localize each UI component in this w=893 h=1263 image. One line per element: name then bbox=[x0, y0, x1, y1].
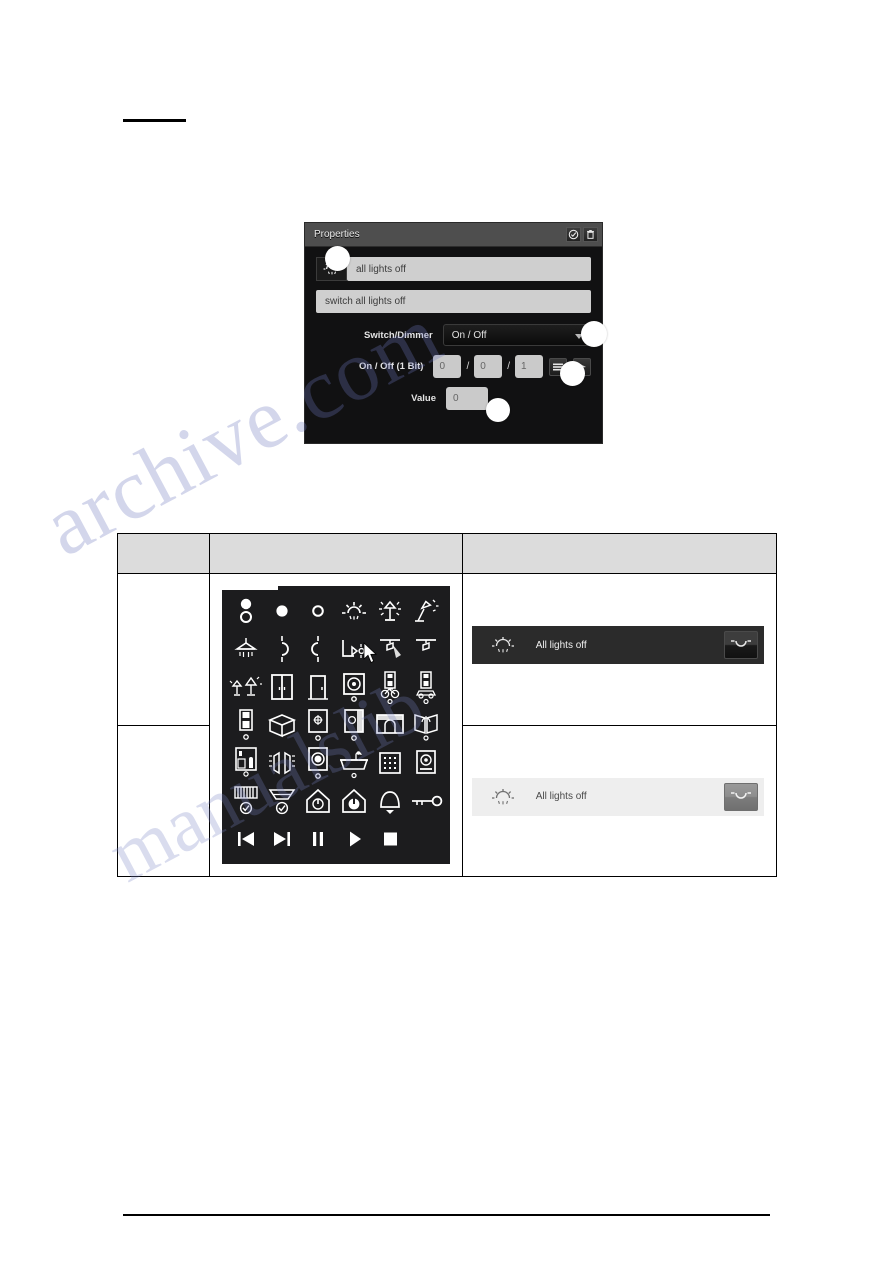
page-title: Properties bbox=[314, 229, 360, 240]
value-label: Value bbox=[411, 393, 436, 404]
address-separator-2: / bbox=[507, 361, 510, 372]
switch-dimmer-label: Switch/Dimmer bbox=[364, 329, 433, 341]
address-separator-1: / bbox=[466, 361, 470, 372]
heading-rule bbox=[123, 119, 186, 122]
icon-pendant-light[interactable] bbox=[228, 632, 264, 666]
table-row: All lights off bbox=[117, 573, 778, 877]
widget-preview-dark[interactable]: All lights off bbox=[471, 626, 764, 664]
value-input[interactable]: 0 bbox=[446, 387, 488, 410]
switch-dimmer-value: On / Off bbox=[451, 329, 487, 341]
icon-circle-outline[interactable] bbox=[300, 594, 336, 628]
icon-battery-charger[interactable] bbox=[228, 708, 264, 742]
icon-radiator[interactable] bbox=[228, 784, 264, 818]
icon-bathtub[interactable] bbox=[336, 746, 372, 780]
widget-preview-light[interactable]: All lights off bbox=[471, 777, 764, 816]
table-cell-label bbox=[117, 573, 210, 726]
icon-media-previous[interactable] bbox=[228, 822, 264, 856]
lamp-icon[interactable] bbox=[723, 782, 758, 811]
confirm-icon[interactable] bbox=[566, 227, 581, 242]
callout-bubble-address bbox=[560, 361, 585, 386]
table-header-cell-2 bbox=[208, 533, 463, 574]
name-row: all lights off bbox=[316, 257, 591, 281]
icon-media-play[interactable] bbox=[336, 822, 372, 856]
footer-rule bbox=[123, 1214, 770, 1216]
icon-desk-lamp[interactable] bbox=[408, 594, 444, 628]
icon-media-pause[interactable] bbox=[300, 822, 336, 856]
icon-wall-light-right[interactable] bbox=[264, 632, 300, 666]
icon-ceiling-light[interactable] bbox=[336, 594, 372, 628]
icon-window-half-blind[interactable] bbox=[336, 708, 372, 742]
callout-bubble-value bbox=[486, 398, 510, 422]
switch-dimmer-row: Switch/Dimmer On / Off bbox=[316, 324, 591, 346]
icon-key[interactable] bbox=[408, 784, 444, 818]
icon-house-power-off[interactable] bbox=[336, 784, 372, 818]
icon-table-lamp[interactable] bbox=[372, 594, 408, 628]
icon-window-blind[interactable] bbox=[300, 708, 336, 742]
name-input[interactable]: all lights off bbox=[347, 257, 591, 281]
table-header-row bbox=[117, 533, 778, 574]
icon-house-power-on[interactable] bbox=[300, 784, 336, 818]
icon-bell[interactable] bbox=[372, 784, 408, 818]
widget-label: All lights off bbox=[535, 639, 587, 651]
address-main[interactable]: 0 bbox=[433, 355, 462, 378]
value-row: Value 0 bbox=[316, 387, 591, 410]
callout-bubble-name bbox=[325, 246, 350, 271]
header-button-group bbox=[566, 227, 598, 242]
table-cell-widget-light: All lights off bbox=[461, 724, 778, 877]
icon-folding-door[interactable] bbox=[264, 708, 300, 742]
table-cell-label-2 bbox=[117, 724, 210, 877]
icon-socket-outlet[interactable] bbox=[336, 670, 372, 704]
icon-media-stop[interactable] bbox=[372, 822, 408, 856]
table-header-cell-3 bbox=[461, 533, 778, 574]
light-off-icon bbox=[480, 787, 526, 807]
icon-ceiling-fan[interactable] bbox=[264, 784, 300, 818]
icon-wall-light-left[interactable] bbox=[300, 632, 336, 666]
icon-bicycle-garage[interactable] bbox=[372, 670, 408, 704]
description-input[interactable]: switch all lights off bbox=[316, 290, 591, 313]
icon-palette[interactable] bbox=[221, 586, 450, 864]
icon-safe-door[interactable] bbox=[408, 746, 444, 780]
icon-book-light[interactable] bbox=[408, 708, 444, 742]
icon-circle-filled[interactable] bbox=[264, 594, 300, 628]
callout-bubble-select bbox=[581, 321, 607, 347]
icon-shutter[interactable] bbox=[264, 746, 300, 780]
icon-kitchen-scene[interactable] bbox=[228, 746, 264, 780]
icon-palette-empty-slot bbox=[408, 822, 444, 856]
content-table: All lights off All lights off bbox=[117, 533, 778, 877]
table-cell-widget-dark: All lights off bbox=[461, 573, 778, 726]
light-off-icon bbox=[480, 635, 526, 655]
icon-spotlight-right[interactable] bbox=[408, 632, 444, 666]
icon-double-door[interactable] bbox=[264, 670, 300, 704]
onoff-label: On / Off (1 Bit) bbox=[359, 361, 424, 372]
icon-grid-panel[interactable] bbox=[372, 746, 408, 780]
icon-garage-door[interactable] bbox=[372, 708, 408, 742]
icon-palette-grid bbox=[228, 594, 444, 856]
icon-washing-machine[interactable] bbox=[300, 746, 336, 780]
widget-label: All lights off bbox=[535, 791, 587, 802]
table-header-cell-1 bbox=[117, 533, 210, 574]
switch-dimmer-select[interactable]: On / Off bbox=[442, 324, 591, 346]
table-cell-palette bbox=[208, 573, 463, 877]
address-sub[interactable]: 1 bbox=[515, 355, 543, 378]
properties-header: Properties bbox=[305, 223, 602, 247]
lamp-icon[interactable] bbox=[723, 631, 758, 659]
icon-car-garage[interactable] bbox=[408, 670, 444, 704]
properties-body: all lights off switch all lights off Swi… bbox=[305, 247, 602, 410]
icon-circle-pair[interactable] bbox=[228, 594, 264, 628]
icon-media-next[interactable] bbox=[264, 822, 300, 856]
address-middle[interactable]: 0 bbox=[474, 355, 503, 378]
delete-icon[interactable] bbox=[583, 227, 598, 242]
onoff-address-row: On / Off (1 Bit) 0 / 0 / 1 bbox=[316, 355, 591, 378]
mouse-cursor-icon bbox=[363, 642, 377, 664]
icon-single-door[interactable] bbox=[300, 670, 336, 704]
icon-two-lamps[interactable] bbox=[228, 670, 264, 704]
